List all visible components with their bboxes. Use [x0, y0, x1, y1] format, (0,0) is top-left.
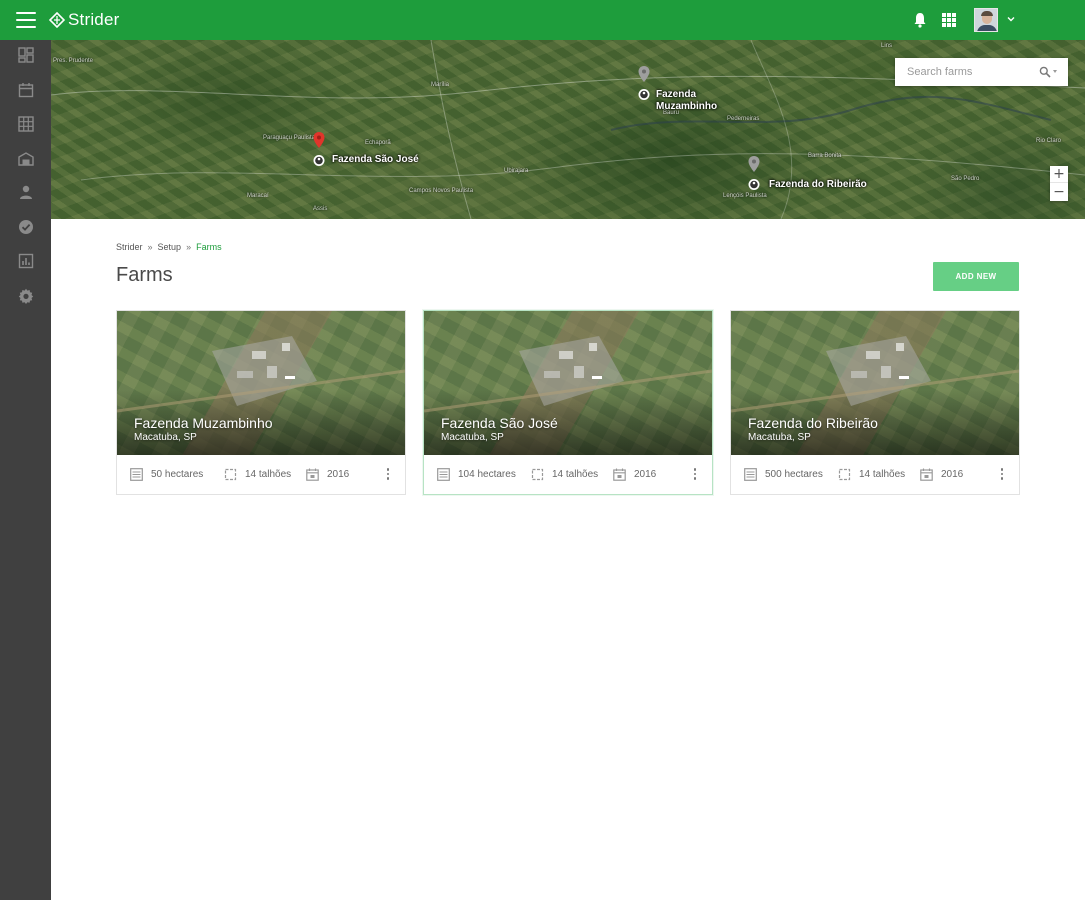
farm-location: Macatuba, SP: [441, 432, 504, 443]
search-icon[interactable]: [1039, 66, 1051, 78]
check-circle-icon[interactable]: [18, 219, 34, 235]
strider-logo-icon: [49, 12, 65, 28]
farm-year: 2016: [613, 468, 656, 481]
farm-year-value: 2016: [327, 469, 350, 480]
more-options-icon[interactable]: [690, 468, 700, 482]
map-pin-icon[interactable]: [638, 66, 650, 102]
map-town: Pres. Prudente: [53, 58, 94, 64]
map-zoom-control: + −: [1050, 166, 1068, 201]
farm-year: 2016: [306, 468, 349, 481]
zoom-out-button[interactable]: −: [1050, 184, 1068, 201]
breadcrumb-separator: »: [147, 242, 153, 252]
search-box: [895, 58, 1068, 86]
farm-area: 104 hectares: [437, 468, 516, 481]
map-pin-label[interactable]: Fazenda São José: [332, 154, 419, 166]
farm-satellite-image: Fazenda Muzambinho Macatuba, SP: [117, 311, 405, 455]
map-town: Pederneiras: [727, 116, 760, 122]
farm-card-footer: 500 hectares 14 talhões 2016: [731, 455, 1019, 495]
farm-year-value: 2016: [941, 469, 964, 480]
dashboard-icon[interactable]: [18, 47, 34, 63]
farm-area-value: 500 hectares: [765, 469, 823, 480]
map-town: Campos Novos Paulista: [409, 188, 474, 194]
menu-icon[interactable]: [16, 12, 36, 28]
map-town: Barra Bonita: [808, 153, 842, 159]
farm-name: Fazenda São José: [441, 415, 558, 431]
breadcrumb-separator: »: [186, 242, 192, 252]
add-new-button[interactable]: ADD NEW: [933, 262, 1019, 291]
page-title: Farms: [116, 264, 173, 286]
app-logo[interactable]: Strider: [49, 10, 119, 30]
farm-card-footer: 104 hectares 14 talhões 2016: [424, 455, 712, 495]
farm-card[interactable]: Fazenda do Ribeirão Macatuba, SP 500 hec…: [730, 310, 1020, 495]
farm-name: Fazenda do Ribeirão: [748, 415, 878, 431]
breadcrumb-farms: Farms: [196, 242, 222, 252]
person-icon[interactable]: [18, 184, 34, 200]
map-town: Lins: [881, 43, 893, 49]
plots-icon: [838, 468, 851, 481]
farm-area: 50 hectares: [130, 468, 203, 481]
grid-icon[interactable]: [18, 116, 34, 132]
area-icon: [130, 468, 143, 481]
user-avatar[interactable]: [974, 8, 998, 32]
map-pin-icon[interactable]: [748, 156, 760, 192]
farm-satellite-image: Fazenda São José Macatuba, SP: [424, 311, 712, 455]
farm-area-value: 104 hectares: [458, 469, 516, 480]
farm-plots: 14 talhões: [224, 468, 291, 481]
sidebar: [0, 40, 51, 900]
map-town: Maracaí: [247, 193, 269, 199]
calendar-icon: [613, 468, 626, 481]
settings-icon[interactable]: [18, 288, 34, 304]
map-town: Marília: [431, 82, 450, 88]
farm-area: 500 hectares: [744, 468, 823, 481]
search-input[interactable]: [895, 58, 1030, 86]
map-pin-label[interactable]: Fazenda do Ribeirão: [769, 179, 867, 191]
warehouse-icon[interactable]: [18, 151, 34, 167]
map-pin-active-icon[interactable]: [313, 132, 325, 168]
farm-year-value: 2016: [634, 469, 657, 480]
farm-card[interactable]: Fazenda São José Macatuba, SP 104 hectar…: [423, 310, 713, 495]
farm-year: 2016: [920, 468, 963, 481]
reports-icon[interactable]: [18, 253, 34, 269]
apps-icon[interactable]: [942, 13, 956, 27]
map-pin-label[interactable]: Fazenda Muzambinho: [656, 89, 726, 113]
area-icon: [437, 468, 450, 481]
farm-plots: 14 talhões: [531, 468, 598, 481]
app-name: Strider: [68, 10, 120, 29]
map-town: Echaporã: [365, 140, 391, 146]
map-town: Ubirajara: [504, 168, 529, 174]
search-options-caret-icon[interactable]: [1053, 70, 1057, 73]
breadcrumb: Strider » Setup » Farms: [116, 242, 222, 252]
farm-location: Macatuba, SP: [134, 432, 197, 443]
area-icon: [744, 468, 757, 481]
more-options-icon[interactable]: [383, 468, 393, 482]
breadcrumb-strider[interactable]: Strider: [116, 242, 143, 252]
calendar-icon: [306, 468, 319, 481]
farm-area-value: 50 hectares: [151, 469, 204, 480]
zoom-in-button[interactable]: +: [1050, 166, 1068, 183]
map-town: Paraguaçu Paulista: [263, 135, 316, 141]
farm-plots-value: 14 talhões: [859, 469, 906, 480]
map-town: Lençóis Paulista: [723, 193, 767, 199]
calendar-icon: [920, 468, 933, 481]
map-town: Rio Claro: [1036, 138, 1062, 144]
top-app-bar: Strider: [0, 0, 1085, 40]
farm-plots-value: 14 talhões: [245, 469, 292, 480]
breadcrumb-setup[interactable]: Setup: [158, 242, 182, 252]
farm-card-footer: 50 hectares 14 talhões 2016: [117, 455, 405, 495]
more-options-icon[interactable]: [997, 468, 1007, 482]
chevron-down-icon[interactable]: [1006, 14, 1016, 24]
farm-location: Macatuba, SP: [748, 432, 811, 443]
notifications-icon[interactable]: [912, 11, 928, 29]
farm-name: Fazenda Muzambinho: [134, 415, 273, 431]
farm-card[interactable]: Fazenda Muzambinho Macatuba, SP 50 hecta…: [116, 310, 406, 495]
farm-plots: 14 talhões: [838, 468, 905, 481]
map-town: São Pedro: [951, 176, 980, 182]
plots-icon: [531, 468, 544, 481]
farm-satellite-image: Fazenda do Ribeirão Macatuba, SP: [731, 311, 1019, 455]
farm-plots-value: 14 talhões: [552, 469, 599, 480]
map-town: Assis: [313, 206, 328, 212]
calendar-icon[interactable]: [18, 82, 34, 98]
plots-icon: [224, 468, 237, 481]
